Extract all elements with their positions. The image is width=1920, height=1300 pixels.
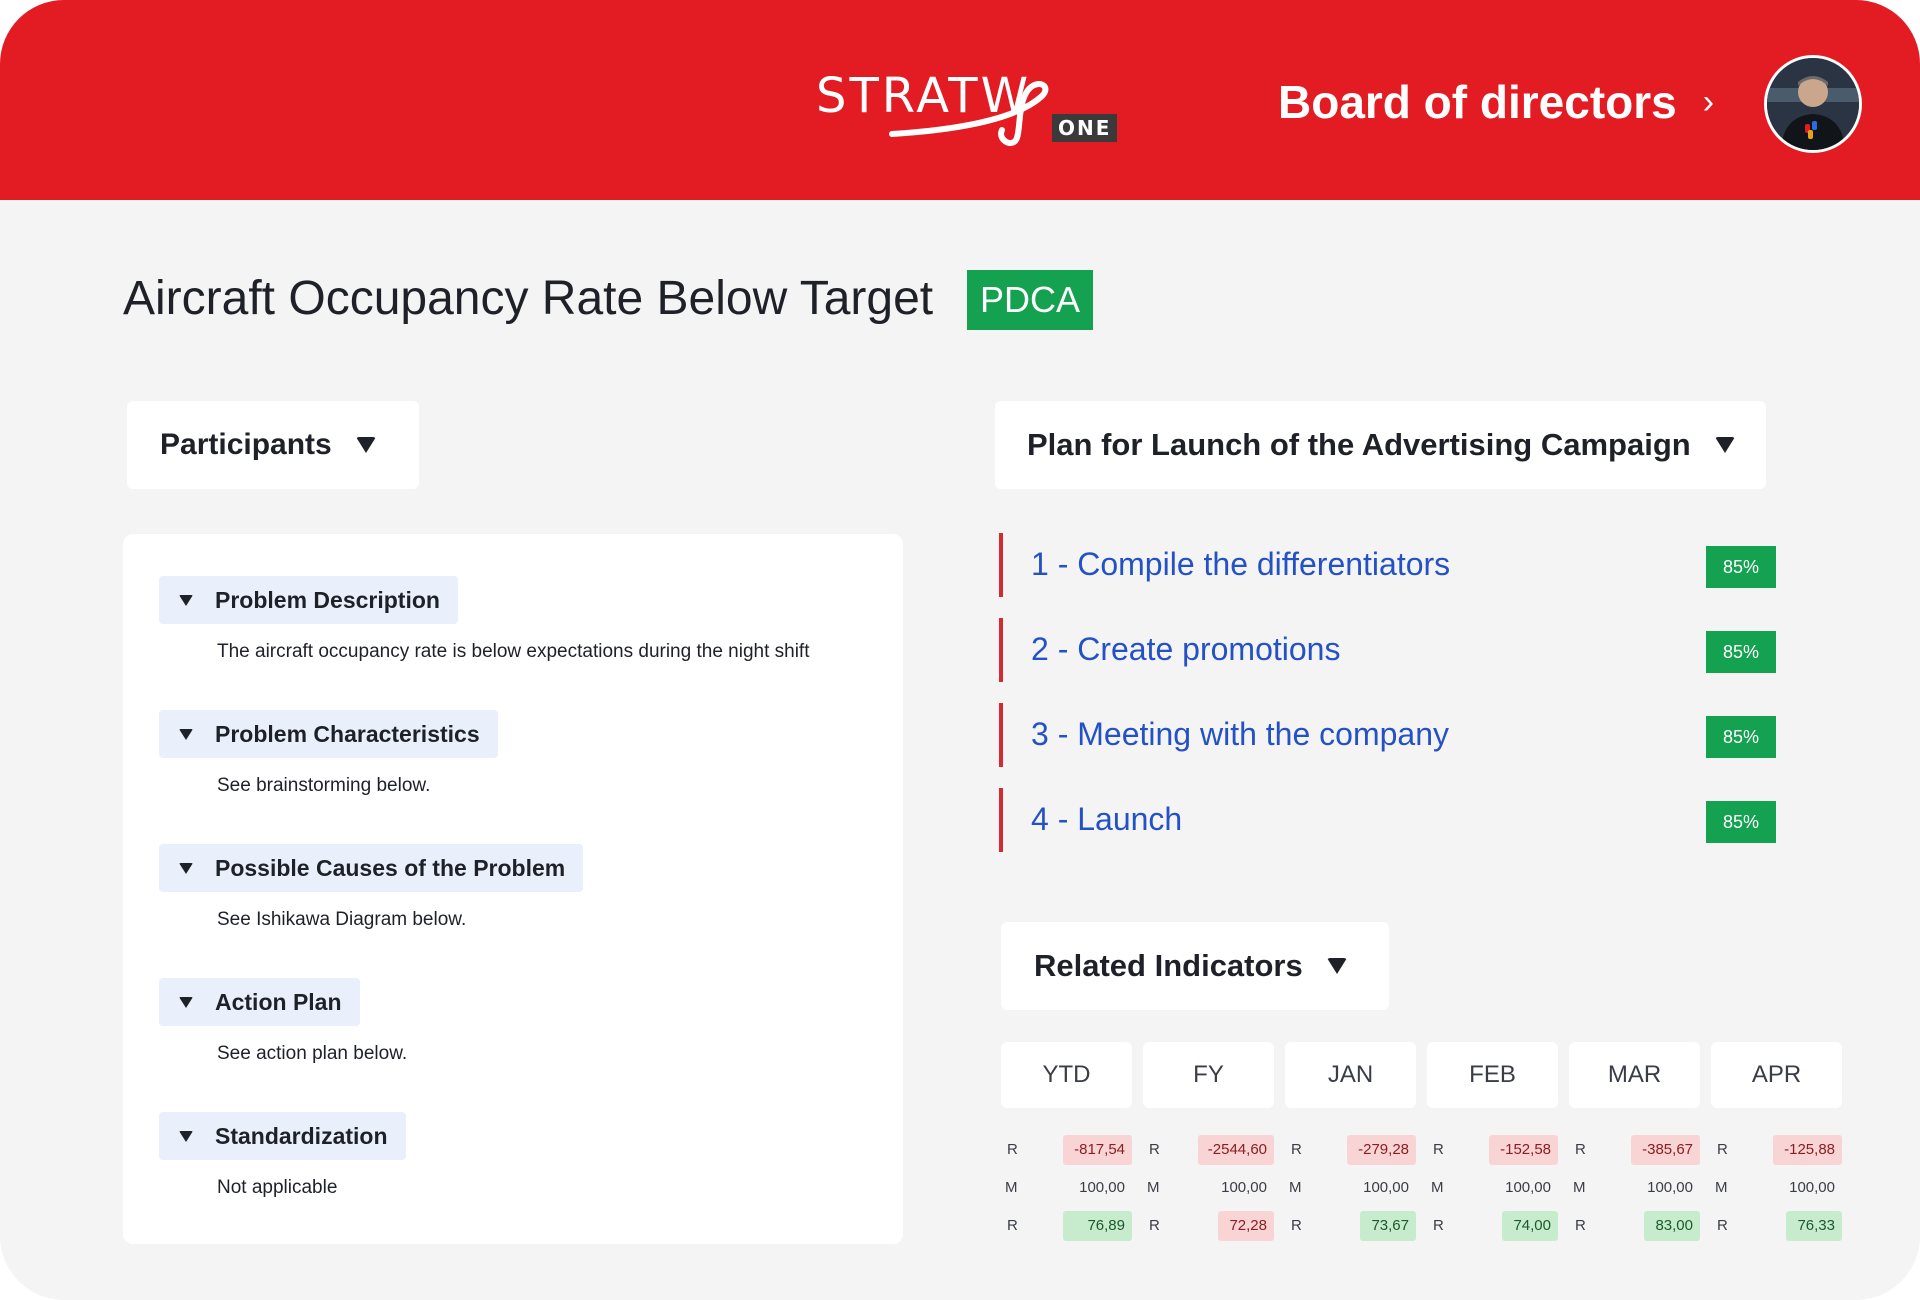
row-label: M — [1573, 1179, 1586, 1196]
progress-badge: 85% — [1706, 546, 1776, 588]
row-label: M — [1431, 1179, 1444, 1196]
period-header[interactable]: APR — [1711, 1042, 1842, 1108]
logo-badge: ONE — [1052, 114, 1118, 142]
row-label: R — [1433, 1217, 1444, 1234]
indicator-value: -279,28 — [1347, 1135, 1416, 1165]
section-problem-characteristics[interactable]: Problem Characteristics — [159, 710, 498, 758]
chevron-right-icon: › — [1702, 83, 1715, 121]
board-label: Board of directors — [1278, 76, 1677, 128]
user-avatar-icon — [1767, 58, 1859, 150]
indicator-value: 83,00 — [1644, 1211, 1700, 1241]
indicator-value: -125,88 — [1773, 1135, 1842, 1165]
section-possible-causes[interactable]: Possible Causes of the Problem — [159, 844, 584, 892]
caret-down-icon — [1714, 437, 1735, 453]
section-heading: Problem Characteristics — [215, 720, 480, 747]
board-selector[interactable]: Board of directors › — [1278, 74, 1714, 130]
row-label: R — [1291, 1141, 1302, 1158]
indicator-value: -817,54 — [1063, 1135, 1132, 1165]
caret-down-icon — [1326, 958, 1347, 974]
row-label: M — [1289, 1179, 1302, 1196]
indicator-value: 73,67 — [1360, 1211, 1416, 1241]
period-header[interactable]: MAR — [1569, 1042, 1700, 1108]
participants-toggle[interactable]: Participants — [127, 401, 419, 489]
plan-title: Plan for Launch of the Advertising Campa… — [1027, 427, 1691, 462]
logo-swoosh-icon — [889, 81, 1049, 146]
row-label: R — [1717, 1141, 1728, 1158]
period-header[interactable]: YTD — [1001, 1042, 1132, 1108]
progress-badge: 85% — [1706, 716, 1776, 758]
indicators-toggle[interactable]: Related Indicators — [1001, 922, 1389, 1010]
plan-item: 4 - Launch 85% — [999, 788, 1783, 852]
caret-down-icon — [179, 1130, 193, 1142]
indicator-value: 74,00 — [1502, 1211, 1558, 1241]
row-label: R — [1007, 1141, 1018, 1158]
section-text: See brainstorming below. — [217, 775, 431, 796]
plan-item-link[interactable]: 3 - Meeting with the company — [1031, 713, 1449, 755]
row-label: R — [1149, 1141, 1160, 1158]
progress-badge: 85% — [1706, 801, 1776, 843]
stratws-logo[interactable]: STRATW ONE — [816, 68, 1118, 158]
row-label: M — [1147, 1179, 1160, 1196]
section-action-plan[interactable]: Action Plan — [159, 978, 360, 1026]
row-label: R — [1149, 1217, 1160, 1234]
progress-badge: 85% — [1706, 631, 1776, 673]
indicator-value: -152,58 — [1489, 1135, 1558, 1165]
plan-item: 2 - Create promotions 85% — [999, 618, 1783, 682]
user-avatar[interactable] — [1764, 55, 1862, 153]
row-label: R — [1291, 1217, 1302, 1234]
page-title: Aircraft Occupancy Rate Below Target — [123, 272, 934, 325]
period-header[interactable]: FY — [1143, 1042, 1274, 1108]
section-problem-description[interactable]: Problem Description — [159, 576, 458, 624]
row-label: R — [1575, 1141, 1586, 1158]
section-text: See action plan below. — [217, 1043, 408, 1064]
caret-down-icon — [355, 437, 376, 453]
indicator-value: 100,00 — [1505, 1179, 1551, 1196]
row-label: R — [1433, 1141, 1444, 1158]
period-header[interactable]: FEB — [1427, 1042, 1558, 1108]
plan-item-link[interactable]: 1 - Compile the differentiators — [1031, 543, 1450, 585]
row-label: R — [1007, 1217, 1018, 1234]
plan-item-link[interactable]: 2 - Create promotions — [1031, 628, 1340, 670]
indicator-value: 100,00 — [1079, 1179, 1125, 1196]
section-heading: Problem Description — [215, 586, 440, 613]
plan-item-link[interactable]: 4 - Launch — [1031, 798, 1182, 840]
section-text: See Ishikawa Diagram below. — [217, 909, 467, 930]
row-label: M — [1715, 1179, 1728, 1196]
section-heading: Action Plan — [215, 988, 342, 1015]
indicator-value: 76,33 — [1786, 1211, 1842, 1241]
plan-item: 1 - Compile the differentiators 85% — [999, 533, 1783, 597]
top-bar: STRATW ONE Board of directors › — [0, 0, 1920, 200]
section-heading: Possible Causes of the Problem — [215, 854, 566, 881]
period-header[interactable]: JAN — [1285, 1042, 1416, 1108]
indicator-value: 100,00 — [1221, 1179, 1267, 1196]
row-label: R — [1717, 1217, 1728, 1234]
section-text: Not applicable — [217, 1177, 338, 1198]
indicators-title: Related Indicators — [1034, 948, 1303, 983]
indicator-value: -2544,60 — [1198, 1135, 1274, 1165]
section-heading: Standardization — [215, 1122, 388, 1149]
indicator-value: 100,00 — [1647, 1179, 1693, 1196]
section-standardization[interactable]: Standardization — [159, 1112, 406, 1160]
caret-down-icon — [179, 728, 193, 740]
caret-down-icon — [179, 862, 193, 874]
indicator-value: 100,00 — [1789, 1179, 1835, 1196]
app-frame: STRATW ONE Board of directors › Aircraft — [0, 0, 1920, 1300]
caret-down-icon — [179, 594, 193, 606]
indicator-value: 72,28 — [1218, 1211, 1274, 1241]
row-label: M — [1005, 1179, 1018, 1196]
plan-item: 3 - Meeting with the company 85% — [999, 703, 1783, 767]
row-label: R — [1575, 1217, 1586, 1234]
caret-down-icon — [179, 996, 193, 1008]
section-text: The aircraft occupancy rate is below exp… — [217, 641, 810, 662]
method-badge: PDCA — [967, 270, 1093, 330]
indicator-value: -385,67 — [1631, 1135, 1700, 1165]
indicator-value: 100,00 — [1363, 1179, 1409, 1196]
participants-label: Participants — [160, 428, 332, 461]
plan-toggle[interactable]: Plan for Launch of the Advertising Campa… — [995, 401, 1766, 489]
indicator-value: 76,89 — [1063, 1211, 1132, 1241]
problem-details-card: Problem Description The aircraft occupan… — [123, 534, 903, 1244]
